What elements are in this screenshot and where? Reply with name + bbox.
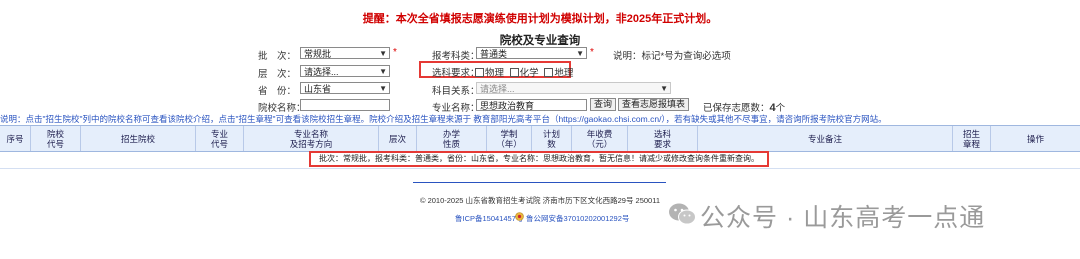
wechat-icon (668, 202, 696, 226)
saved-count-area: 已保存志愿数：4个 (703, 100, 785, 114)
batch-select-value: 常规批 (304, 49, 332, 59)
physics-label: 物理 (485, 68, 505, 79)
province-select[interactable]: 山东省 ▼ (300, 82, 390, 94)
province-label: 省 份： (258, 86, 297, 97)
col-header-remarks: 专业备注 (697, 126, 952, 151)
col-header-school-code: 院校 代号 (30, 126, 80, 151)
col-header-duration: 学制 （年） (486, 126, 531, 151)
warning-notice: 提醒：本次全省填报志愿演练使用计划为模拟计划，非2025年正式计划。 (362, 13, 718, 25)
major-name-input[interactable]: 思想政治教育 (476, 99, 587, 111)
table-header: 序号 院校 代号 招生院校 专业 代号 专业名称 及招考方向 层次 办学 性质 … (0, 125, 1080, 152)
notice-line: 说明：点击"招生院校"列中的院校名称可查看该院校介绍，点击"招生章程"可查看该院… (0, 114, 887, 124)
query-button[interactable]: 查询 (590, 98, 617, 111)
school-name-input[interactable] (300, 99, 390, 111)
col-header-charter: 招生 章程 (952, 126, 990, 151)
col-header-level: 层次 (378, 126, 416, 151)
col-header-nature: 办学 性质 (416, 126, 486, 151)
discipline-label: 科目关系： (432, 86, 480, 97)
province-select-value: 山东省 (304, 84, 332, 94)
discipline-select[interactable]: 请选择... ▼ (476, 82, 671, 94)
empty-result-message: 批次：常规批，报考科类：普通类，省份：山东省，专业名称：思想政治教育，暂无信息！… (319, 154, 759, 163)
batch-label: 批 次： (258, 51, 297, 62)
view-saved-button[interactable]: 查看志愿报填表 (618, 98, 690, 111)
physics-checkbox[interactable] (475, 68, 484, 77)
police-link[interactable]: 鲁公网安备37010202001292号 (526, 213, 629, 224)
col-header-plan: 计划 数 (531, 126, 571, 151)
footer-divider (413, 182, 666, 183)
geography-checkbox[interactable] (544, 68, 554, 77)
footer-copyright: © 2010-2025 山东省教育招生考试院 济南市历下区文化西路29号 250… (419, 196, 661, 205)
col-header-actions: 操作 (990, 126, 1080, 151)
page-title: 院校及专业查询 (499, 35, 581, 47)
geography-label: 地理 (554, 68, 574, 79)
chevron-down-icon: ▼ (576, 49, 584, 58)
category-label: 报考科类： (432, 51, 480, 62)
major-name-label: 专业名称： (432, 103, 480, 114)
discipline-select-value: 请选择... (480, 84, 515, 94)
level-select[interactable]: 请选择... ▼ (300, 65, 390, 77)
batch-select[interactable]: 常规批 ▼ (300, 47, 390, 59)
level-label: 层 次： (258, 69, 297, 80)
level-select-value: 请选择... (304, 67, 339, 77)
col-header-index: 序号 (6, 133, 24, 144)
col-header-subject-req: 选科 要求 (627, 126, 697, 151)
police-badge-icon (515, 212, 524, 221)
watermark-text: 公众号 · 山东高考一点通 (700, 204, 986, 232)
chemistry-label: 化学 (519, 68, 539, 79)
category-select[interactable]: 普通类 ▼ (476, 47, 587, 59)
col-header-major-code: 专业 代号 (195, 126, 243, 151)
required-mark: * (393, 47, 397, 58)
icp-link[interactable]: 鲁ICP备15041457号 (455, 213, 523, 224)
chemistry-checkbox[interactable] (509, 68, 519, 77)
school-name-label: 院校名称： (258, 103, 306, 114)
chevron-down-icon: ▼ (379, 49, 387, 58)
required-note: 说明：标记*号为查询必选项 (613, 51, 731, 62)
col-header-school: 招生院校 (80, 126, 195, 151)
required-mark: * (590, 47, 594, 58)
col-header-major-name: 专业名称 及招考方向 (243, 126, 378, 151)
chevron-down-icon: ▼ (379, 67, 387, 76)
category-select-value: 普通类 (480, 49, 508, 59)
saved-count-label: 已保存志愿数： (703, 103, 770, 114)
saved-count-unit: 个 (775, 103, 786, 114)
chevron-down-icon: ▼ (660, 84, 668, 93)
chevron-down-icon: ▼ (379, 84, 387, 93)
col-header-fee: 年收费 （元） (571, 126, 627, 151)
subject-req-options: 物理 化学 地理 (472, 65, 573, 79)
